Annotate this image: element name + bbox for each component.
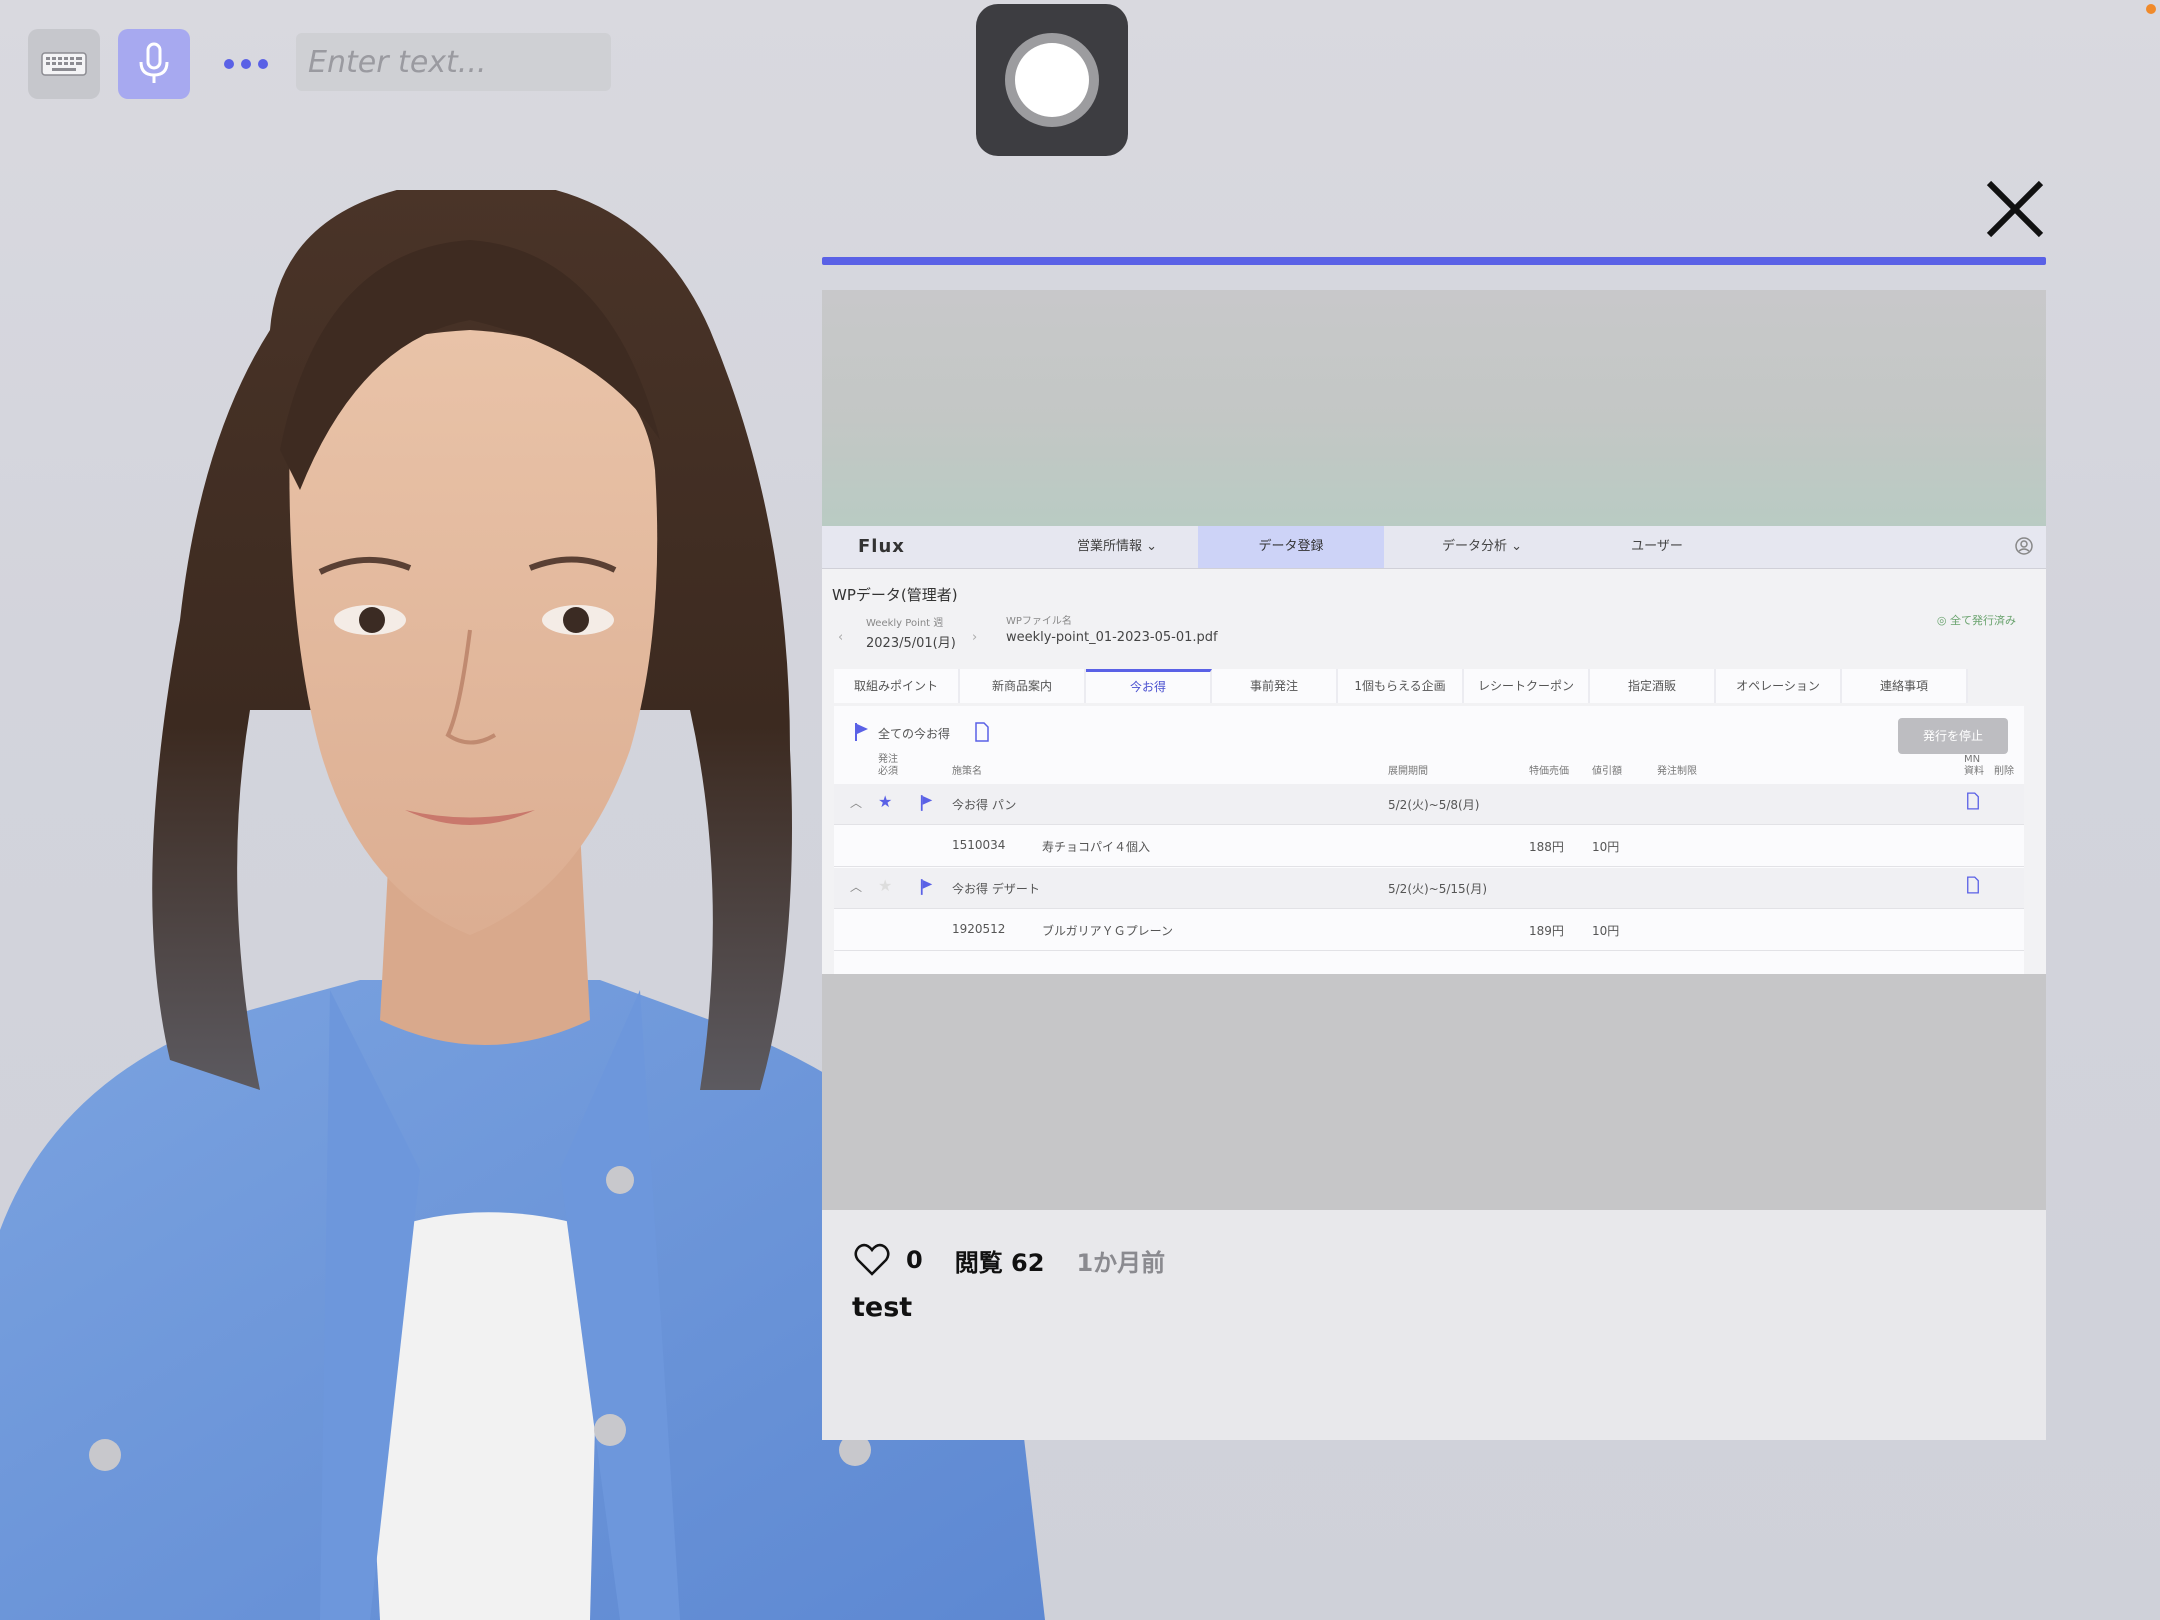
next-week-icon: ›: [972, 630, 978, 645]
tab-new-products: 新商品案内: [960, 669, 1086, 703]
col-name: 施策名: [952, 766, 982, 777]
item-code: 1920512: [952, 922, 1006, 936]
document-icon: [1967, 876, 1979, 894]
collapse-icon: ︿: [850, 880, 863, 894]
keyboard-button[interactable]: [28, 29, 100, 99]
week-value: 2023/5/01(月): [866, 636, 956, 651]
file-label: WPファイル名: [1006, 616, 1072, 627]
file-value: weekly-point_01-2023-05-01.pdf: [1006, 630, 1218, 645]
item-name: 寿チョコパイ４個入: [1042, 840, 1151, 854]
flag-icon: [855, 723, 868, 741]
view-count: 閲覧 62: [954, 1248, 1045, 1277]
close-icon: [1986, 180, 2044, 238]
image-preview-top: [822, 290, 2046, 526]
more-dots-icon: [224, 59, 268, 69]
more-button[interactable]: [210, 29, 282, 99]
group-name: 今お得 デザート: [952, 882, 1040, 896]
done-status: ◎ 全て発行済み: [1936, 614, 2016, 627]
post-text: test: [852, 1292, 913, 1323]
group-name: 今お得 パン: [952, 798, 1017, 812]
user-icon: [2015, 537, 2033, 555]
post-time: 1か月前: [1076, 1248, 1166, 1277]
col-order-limit: 発注制限: [1657, 766, 1697, 777]
item-discount: 10円: [1592, 924, 1620, 938]
col-discount: 値引額: [1592, 766, 1622, 777]
stop-issue-button: 発行を停止: [1898, 718, 2008, 754]
post-stats: 0 閲覧 62 1か月前: [854, 1238, 1165, 1282]
microphone-icon: [139, 42, 169, 83]
progress-bar: [822, 257, 2046, 265]
col-price: 特価売価: [1529, 766, 1569, 777]
col-order-required: 発注 必須: [878, 754, 898, 777]
table-row: ︿ ★ 今お得 パン 5/2(火)~5/8(月): [834, 784, 2024, 825]
tab-deals: 今お得: [1086, 669, 1212, 703]
keyboard-icon: [41, 52, 87, 76]
table-row: 1510034 寿チョコパイ４個入 188円 10円: [834, 826, 2024, 867]
item-name: ブルガリアＹＧプレーン: [1042, 924, 1174, 938]
col-delete: 削除: [1994, 766, 2014, 777]
col-period: 展開期間: [1388, 766, 1428, 777]
collapse-icon: ︿: [850, 796, 863, 810]
table-row: 1920512 ブルガリアＹＧプレーン 189円 10円: [834, 910, 2024, 951]
document-icon: [1967, 792, 1979, 810]
tab-receipt-coupon: レシートクーポン: [1464, 669, 1590, 703]
status-indicator: [2146, 4, 2156, 14]
image-preview-bottom: [822, 974, 2046, 1210]
prev-week-icon: ‹: [838, 630, 844, 645]
group-period: 5/2(火)~5/15(月): [1388, 882, 1488, 896]
screenshot-nav: Flux 営業所情報 ⌄ データ登録 データ分析 ⌄ ユーザー: [822, 526, 2046, 569]
nav-item-data-entry: データ登録: [1198, 526, 1384, 568]
microphone-button[interactable]: [118, 29, 190, 99]
tab-liquor: 指定酒販: [1590, 669, 1716, 703]
item-price: 188円: [1529, 840, 1564, 854]
heart-icon[interactable]: [854, 1242, 890, 1278]
panel-title: 全ての今お得: [878, 727, 951, 741]
item-discount: 10円: [1592, 840, 1620, 854]
record-button[interactable]: [976, 4, 1128, 156]
tab-operation: オペレーション: [1716, 669, 1842, 703]
screenshot-panel: 全ての今お得 発行を停止 発注 必須 施策名 展開期間 特価売価 値引額 発注制…: [834, 706, 2024, 974]
chat-text-input[interactable]: [296, 33, 611, 91]
tab-notice: 連絡事項: [1842, 669, 1968, 703]
star-icon: ★: [878, 876, 893, 895]
table-row: ︿ ★ 今お得 デザート 5/2(火)~5/15(月): [834, 868, 2024, 909]
flag-icon: [920, 879, 933, 895]
col-mn: MN 資料: [1964, 754, 1984, 777]
post-card: Flux 営業所情報 ⌄ データ登録 データ分析 ⌄ ユーザー WPデータ(管理…: [822, 290, 2046, 1440]
page-title: WPデータ(管理者): [832, 586, 958, 604]
document-icon: [975, 722, 989, 742]
screenshot-tabs: 取組みポイント 新商品案内 今お得 事前発注 1個もらえる企画 レシートクーポン…: [834, 669, 2024, 705]
week-label: Weekly Point 週: [866, 618, 944, 629]
nav-item-office: 営業所情報 ⌄: [1076, 539, 1158, 554]
like-count: 0: [906, 1246, 923, 1274]
tab-preorder: 事前発注: [1212, 669, 1338, 703]
item-price: 189円: [1529, 924, 1564, 938]
app-logo: Flux: [858, 536, 905, 557]
star-icon: ★: [878, 792, 893, 811]
close-button[interactable]: [1980, 174, 2050, 244]
item-code: 1510034: [952, 838, 1006, 852]
nav-item-users: ユーザー: [1631, 539, 1683, 554]
screenshot-image[interactable]: Flux 営業所情報 ⌄ データ登録 データ分析 ⌄ ユーザー WPデータ(管理…: [822, 526, 2046, 974]
tab-free-item: 1個もらえる企画: [1338, 669, 1464, 703]
record-icon: [1005, 33, 1099, 127]
flag-icon: [920, 795, 933, 811]
nav-item-analysis: データ分析 ⌄: [1441, 539, 1523, 554]
group-period: 5/2(火)~5/8(月): [1388, 798, 1480, 812]
post-footer: 0 閲覧 62 1か月前 test: [822, 1210, 2046, 1440]
tab-points: 取組みポイント: [834, 669, 960, 703]
